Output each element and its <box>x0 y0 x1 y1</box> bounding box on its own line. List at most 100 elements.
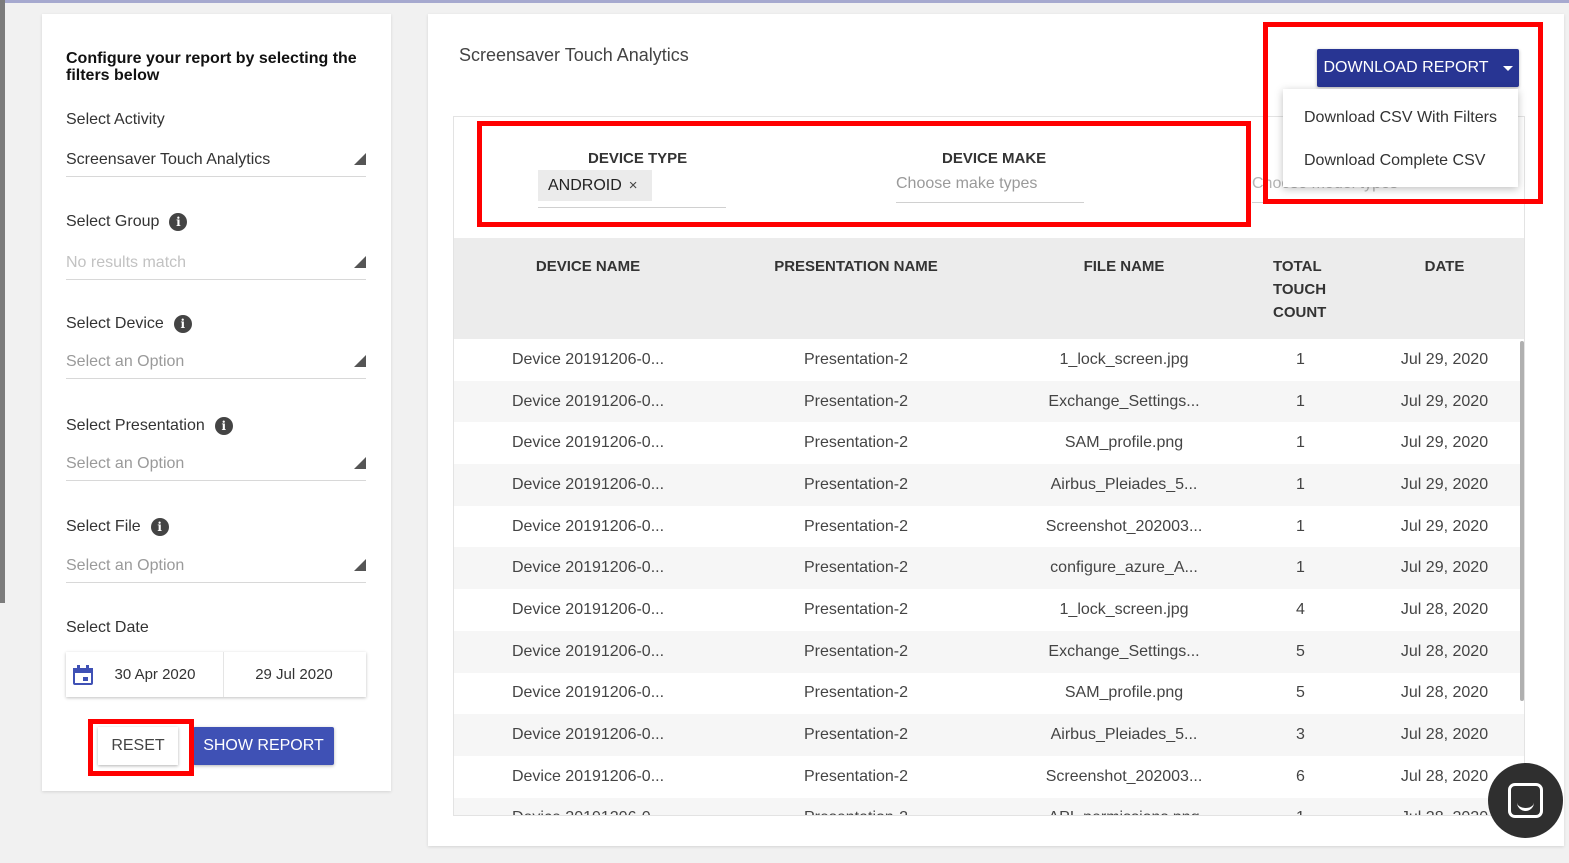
device-placeholder: Select an Option <box>66 352 185 370</box>
table-row[interactable]: Device 20191206-0... Presentation-2 Exchan… <box>454 630 1524 673</box>
touch-count-cell: 1 <box>1258 798 1364 815</box>
device-name-cell: Device 20191206-0... <box>511 392 665 410</box>
filter-intro: Configure your report by selecting the f… <box>66 50 357 84</box>
group-value: No results match <box>66 253 187 271</box>
caret-down-icon <box>1502 65 1513 71</box>
column-header[interactable]: PRESENTATION NAME <box>722 238 990 339</box>
device-label-text: Select Device <box>66 315 164 332</box>
select-caret-icon <box>354 457 366 469</box>
device-name-cell: Device 20191206-0... <box>511 600 665 618</box>
date-range-picker[interactable]: 30 Apr 2020 29 Jul 2020 <box>66 652 366 697</box>
table-row[interactable]: Device 20191206-0... Presentation-2 SAM_pr… <box>454 422 1524 464</box>
touch-count-cell: 4 <box>1296 600 1305 618</box>
device-name-cell: Device 20191206-0... <box>454 798 722 815</box>
info-icon[interactable]: i <box>214 417 233 435</box>
calendar-icon[interactable] <box>73 664 93 685</box>
file-label: Select File i <box>66 516 169 538</box>
chat-icon <box>1508 783 1543 818</box>
table-row[interactable]: Device 20191206-0... Presentation-2 config… <box>454 547 1524 590</box>
device-name-cell: Device 20191206-0... <box>511 434 665 452</box>
touch-count-cell: 1 <box>1296 517 1305 535</box>
file-name-cell: 1_lock_screen.jpg <box>1059 600 1189 618</box>
info-icon[interactable]: i <box>169 213 188 231</box>
filter-panel: Configure your report by selecting the f… <box>42 14 391 791</box>
presentation-name-cell: Presentation-2 <box>803 392 909 410</box>
device-select[interactable]: Select an Option <box>66 345 366 379</box>
group-select[interactable]: No results match <box>66 246 366 280</box>
presentation-name-cell: Presentation-2 <box>803 684 909 702</box>
presentation-name-cell: Presentation-2 <box>803 475 909 493</box>
activity-label: Select Activity <box>66 109 165 131</box>
activity-select[interactable]: Screensaver Touch Analytics <box>66 143 366 177</box>
date-cell: Jul 29, 2020 <box>1400 392 1489 410</box>
date-label-text: Select Date <box>66 619 149 636</box>
group-label: Select Group i <box>66 211 188 233</box>
table-row[interactable]: Device 20191206-0... Presentation-2 1_lock… <box>454 339 1524 381</box>
group-label-text: Select Group <box>66 213 160 230</box>
show-report-button[interactable]: SHOW REPORT <box>193 727 334 765</box>
table-row[interactable]: Device 20191206-0... Presentation-2 Airbus… <box>454 714 1524 756</box>
file-select[interactable]: Select an Option <box>66 549 366 583</box>
date-cell: Jul 29, 2020 <box>1400 350 1489 368</box>
file-name-cell: API_permissions.png <box>990 798 1258 815</box>
column-header[interactable]: DEVICE NAME <box>454 238 722 339</box>
menu-item-complete-csv[interactable]: Download Complete CSV <box>1304 152 1485 170</box>
presentation-select[interactable]: Select an Option <box>66 447 366 481</box>
report-title: Screensaver Touch Analytics <box>459 45 689 65</box>
table-row[interactable]: Device 20191206-0... Presentation-2 Exchan… <box>454 380 1524 423</box>
device-label: Select Device i <box>66 313 192 335</box>
device-name-cell: Device 20191206-0... <box>511 726 665 744</box>
presentation-name-cell: Presentation-2 <box>803 434 909 452</box>
report-panel: Screensaver Touch Analytics DEVICE TYPE … <box>428 14 1564 846</box>
touch-count-cell: 1 <box>1296 475 1305 493</box>
table-row[interactable]: Device 20191206-0... Presentation-2 Screen… <box>454 506 1524 548</box>
table-row[interactable]: Device 20191206-0... Presentation-2 Screen… <box>454 756 1524 798</box>
file-name-cell: Exchange_Settings... <box>1048 392 1200 410</box>
select-caret-icon <box>354 256 366 268</box>
column-header[interactable]: FILE NAME <box>990 238 1258 339</box>
device-type-label: DEVICE TYPE <box>588 150 688 167</box>
reset-button[interactable]: RESET <box>98 727 178 765</box>
file-name-cell: Screenshot_202003... <box>1045 517 1203 535</box>
info-icon[interactable]: i <box>173 315 192 333</box>
date-cell: Jul 28, 2020 <box>1400 684 1489 702</box>
touch-count-cell: 5 <box>1296 642 1305 660</box>
table-row[interactable]: Device 20191206-0... Presentation-2 SAM_pr… <box>454 673 1524 715</box>
device-make-label: DEVICE MAKE <box>942 150 1047 167</box>
date-cell: Jul 29, 2020 <box>1400 475 1489 493</box>
date-to[interactable]: 29 Jul 2020 <box>224 666 364 683</box>
presentation-label: Select Presentation i <box>66 415 233 437</box>
table-row[interactable]: Device 20191206-0... Presentation-2 1_lock… <box>454 589 1524 631</box>
download-report-label: DOWNLOAD REPORT <box>1323 59 1489 76</box>
menu-item-csv-with-filters[interactable]: Download CSV With Filters <box>1304 109 1497 127</box>
device-name-cell: Device 20191206-0... <box>511 642 665 660</box>
file-name-cell: SAM_profile.png <box>1064 684 1184 702</box>
column-header[interactable]: TOTAL TOUCH COUNT <box>1258 238 1364 339</box>
presentation-name-cell: Presentation-2 <box>803 726 909 744</box>
presentation-name-cell: Presentation-2 <box>803 642 909 660</box>
column-header[interactable]: DATE <box>1364 238 1524 339</box>
table-scrollbar[interactable] <box>1520 341 1524 701</box>
file-name-cell: Airbus_Pleiades_5... <box>1050 726 1198 744</box>
device-name-cell: Device 20191206-0... <box>511 350 665 368</box>
table-row[interactable]: Device 20191206-0... Presentation-2 Airbus… <box>454 464 1524 506</box>
select-caret-icon <box>354 559 366 571</box>
presentation-name-cell: Presentation-2 <box>803 350 909 368</box>
download-report-button[interactable]: DOWNLOAD REPORT <box>1317 49 1519 87</box>
touch-count-cell: 3 <box>1296 726 1305 744</box>
chip-remove-icon[interactable]: × <box>629 177 638 194</box>
date-cell: Jul 28, 2020 <box>1400 642 1489 660</box>
date-from[interactable]: 30 Apr 2020 <box>95 666 215 683</box>
download-menu: Download CSV With Filters Download Compl… <box>1283 89 1518 187</box>
chat-launcher-button[interactable] <box>1488 763 1563 838</box>
table-row[interactable]: Device 20191206-0...Presentation-2API_pe… <box>454 797 1524 815</box>
info-icon[interactable]: i <box>150 518 169 536</box>
presentation-label-text: Select Presentation <box>66 417 205 434</box>
device-make-input[interactable]: Choose make types <box>896 175 1084 203</box>
activity-value: Screensaver Touch Analytics <box>66 150 271 168</box>
file-name-cell: Exchange_Settings... <box>1048 642 1200 660</box>
presentation-name-cell: Presentation-2 <box>722 798 990 815</box>
presentation-name-cell: Presentation-2 <box>803 600 909 618</box>
file-name-cell: SAM_profile.png <box>1064 434 1184 452</box>
touch-count-cell: 1 <box>1296 559 1305 577</box>
